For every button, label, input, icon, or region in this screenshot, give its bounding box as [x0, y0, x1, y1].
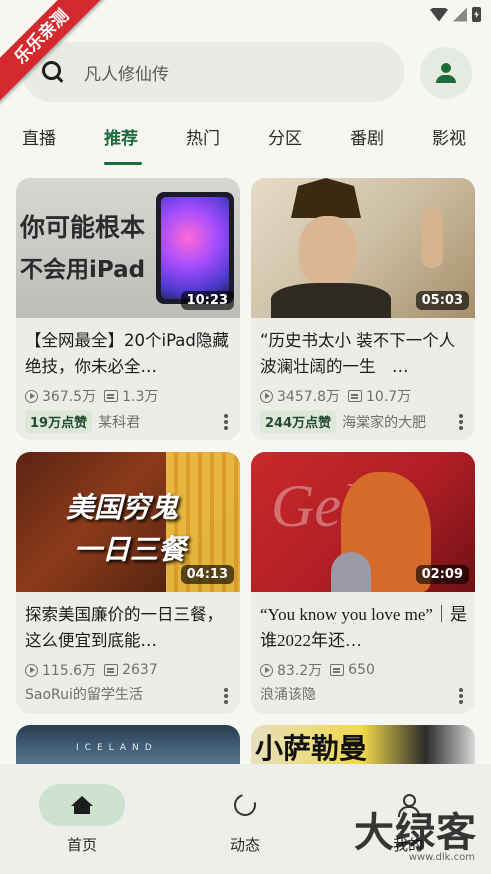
danmaku-count: 650 [348, 662, 375, 678]
video-stats: 367.5万 1.3万 [25, 386, 158, 406]
danmaku-count: 10.7万 [366, 389, 412, 405]
video-card[interactable]: 05:03 “历史书太小 装不下一个人波澜壮阔的一生 … 3457.8万 10.… [251, 178, 475, 440]
danmaku-icon [104, 390, 119, 402]
more-options-icon[interactable] [224, 688, 228, 704]
video-card[interactable]: 你可能根本 不会用iPad 10:23 【全网最全】20个iPad隐藏绝技，你未… [16, 178, 240, 440]
video-title: 探索美国廉价的一日三餐，这么便宜到底能… [25, 605, 223, 650]
view-count: 83.2万 [277, 663, 323, 679]
watermark: 大绿客 [354, 810, 477, 856]
tab-hot[interactable]: 热门 [186, 124, 220, 149]
tab-anime[interactable]: 番剧 [350, 124, 384, 149]
nav-activity[interactable]: 动态 [195, 784, 295, 855]
ribbon-label: 乐乐亲测 [0, 0, 110, 105]
nav-home[interactable]: 首页 [32, 784, 132, 855]
video-duration: 02:09 [415, 565, 469, 584]
video-duration: 10:23 [180, 291, 234, 310]
nav-label: 首页 [66, 836, 97, 854]
tab-live[interactable]: 直播 [22, 124, 56, 149]
thumbnail-text: 一日三餐 [74, 533, 187, 566]
video-thumbnail: 05:03 [251, 178, 475, 318]
tab-categories[interactable]: 分区 [268, 124, 302, 149]
thumbnail-text: 美国穷鬼 [66, 491, 179, 524]
video-thumbnail: Gel 02:09 [251, 452, 475, 592]
view-count: 367.5万 [42, 389, 97, 405]
author-name[interactable]: 浪涌该隐 [260, 684, 316, 704]
thumbnail-text: ICELAND [76, 743, 158, 753]
more-options-icon[interactable] [459, 688, 463, 704]
tab-indicator [104, 162, 142, 165]
danmaku-count: 1.3万 [122, 389, 159, 405]
danmaku-icon [330, 664, 345, 676]
play-count-icon [260, 663, 273, 677]
author-name[interactable]: 某科君 [98, 412, 140, 432]
video-card[interactable]: 美国穷鬼 一日三餐 04:13 探索美国廉价的一日三餐，这么便宜到底能… 115… [16, 452, 240, 714]
ipad-image [156, 192, 234, 304]
video-meta: SaoRui的留学生活 [25, 684, 143, 704]
author-name[interactable]: SaoRui的留学生活 [25, 684, 143, 704]
battery-icon [472, 7, 481, 22]
video-duration: 05:03 [415, 291, 469, 310]
view-count: 3457.8万 [277, 389, 340, 405]
video-meta: 244万点赞 海棠家的大肥 [260, 410, 426, 433]
video-title: “历史书太小 装不下一个人波澜壮阔的一生 … [260, 331, 456, 376]
corner-ribbon: 乐乐亲测 [0, 0, 110, 110]
video-stats: 115.6万 2637 [25, 660, 158, 680]
more-options-icon[interactable] [459, 414, 463, 430]
person-icon [435, 62, 457, 84]
author-name[interactable]: 海棠家的大肥 [342, 412, 426, 432]
video-thumbnail: 美国穷鬼 一日三餐 04:13 [16, 452, 240, 592]
danmaku-icon [348, 390, 362, 402]
home-icon [71, 796, 93, 814]
cell-signal-icon [453, 7, 467, 22]
tab-movies[interactable]: 影视 [432, 124, 466, 149]
video-meta: 浪涌该隐 [260, 684, 316, 704]
thumbnail-text: 你可能根本 [20, 213, 146, 242]
video-stats: 83.2万 650 [260, 660, 375, 680]
video-card[interactable]: Gel 02:09 “You know you love me”｜是谁2022年… [251, 452, 475, 714]
danmaku-icon [104, 664, 119, 676]
thumbnail-text: 不会用iPad [20, 257, 146, 283]
video-stats: 3457.8万 10.7万 [260, 386, 411, 406]
likes-badge: 244万点赞 [260, 410, 337, 433]
play-count-icon [25, 663, 38, 677]
profile-button[interactable] [420, 47, 472, 99]
video-meta: 19万点赞 某科君 [25, 410, 140, 433]
activity-icon [229, 789, 261, 821]
thumbnail-text: 小萨勒曼 [255, 732, 368, 765]
likes-badge: 19万点赞 [25, 410, 93, 433]
video-duration: 04:13 [180, 565, 234, 584]
tab-recommend[interactable]: 推荐 [104, 124, 138, 149]
wifi-icon [430, 7, 448, 22]
view-count: 115.6万 [42, 663, 97, 679]
play-count-icon [260, 389, 273, 403]
video-thumbnail: 你可能根本 不会用iPad 10:23 [16, 178, 240, 318]
nav-label: 动态 [229, 836, 260, 854]
category-tabs: 直播 推荐 热门 分区 番剧 影视 [0, 124, 491, 168]
video-title: 【全网最全】20个iPad隐藏绝技，你未必全… [25, 331, 229, 376]
danmaku-count: 2637 [122, 662, 158, 678]
more-options-icon[interactable] [224, 414, 228, 430]
watermark-url: www.dlk.com [408, 852, 475, 863]
play-count-icon [25, 389, 38, 403]
video-title: “You know you love me”｜是谁2022年还… [260, 605, 467, 650]
